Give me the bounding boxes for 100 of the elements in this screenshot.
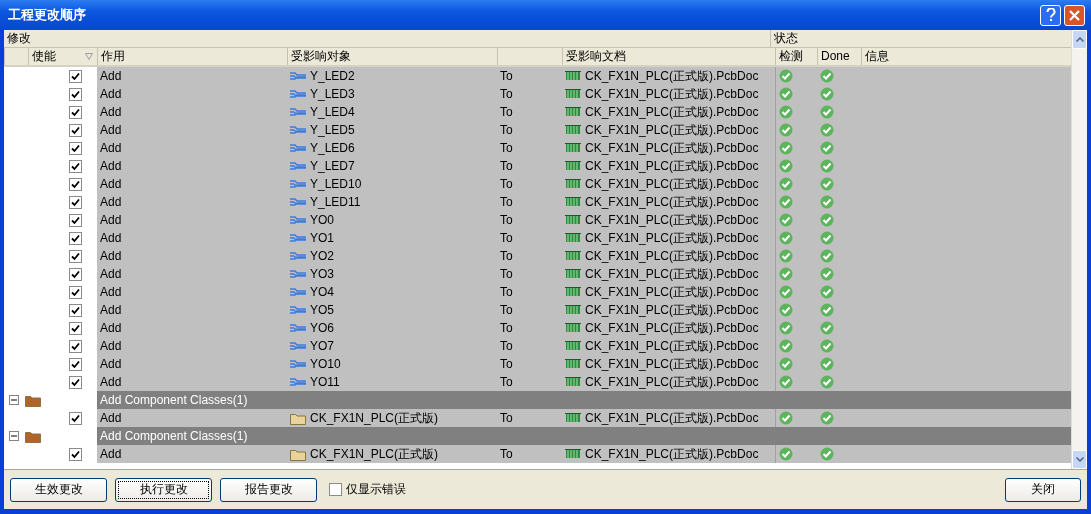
document-cell-text: CK_FX1N_PLC(正式版).PcbDoc [585, 248, 759, 265]
circuit-board-icon [565, 376, 581, 388]
circuit-board-icon [565, 88, 581, 100]
document-cell-text: CK_FX1N_PLC(正式版).PcbDoc [585, 86, 759, 103]
enable-checkbox[interactable] [69, 141, 82, 155]
circuit-board-icon [565, 286, 581, 298]
column-header[interactable]: 使能 [28, 48, 97, 65]
document-cell-text: CK_FX1N_PLC(正式版).PcbDoc [585, 140, 759, 157]
to-cell: To [497, 103, 562, 121]
group-row[interactable]: Add Component Classes(1) [97, 391, 1071, 409]
folder-icon [290, 447, 306, 461]
net-icon [290, 71, 306, 81]
enable-checkbox[interactable] [69, 87, 82, 101]
scroll-up-icon[interactable] [1072, 30, 1087, 49]
action-cell: Add [97, 157, 287, 175]
object-cell-text: YO1 [310, 230, 334, 247]
checkmark-icon [71, 449, 80, 459]
to-cell: To [497, 337, 562, 355]
collapse-toggle-icon[interactable] [9, 431, 19, 441]
net-icon [290, 215, 306, 225]
net-icon [290, 89, 306, 99]
enable-checkbox[interactable] [69, 213, 82, 227]
action-button[interactable]: 生效更改 [10, 477, 107, 502]
enable-checkbox[interactable] [69, 411, 82, 425]
document-cell-text: CK_FX1N_PLC(正式版).PcbDoc [585, 230, 759, 247]
close-dialog-button[interactable]: 关闭 [1005, 477, 1081, 502]
document-cell-text: CK_FX1N_PLC(正式版).PcbDoc [585, 194, 759, 211]
column-header[interactable]: 受影响文档 [562, 48, 775, 65]
circuit-board-icon [565, 448, 581, 460]
enable-checkbox[interactable] [69, 105, 82, 119]
object-cell-text: YO6 [310, 320, 334, 337]
enable-checkbox[interactable] [69, 231, 82, 245]
to-cell: To [497, 247, 562, 265]
action-cell: Add [97, 301, 287, 319]
action-cell: Add [97, 319, 287, 337]
collapse-toggle-icon[interactable] [9, 395, 19, 405]
enable-checkbox[interactable] [69, 267, 82, 281]
enable-checkbox[interactable] [69, 447, 82, 461]
enable-checkbox[interactable] [69, 249, 82, 263]
object-cell-text: CK_FX1N_PLC(正式版) [310, 410, 439, 427]
help-button[interactable] [1040, 4, 1061, 26]
document-cell-text: CK_FX1N_PLC(正式版).PcbDoc [585, 356, 759, 373]
to-cell: To [497, 265, 562, 283]
object-cell-text: YO11 [310, 374, 340, 391]
scrollbar[interactable] [1071, 30, 1087, 469]
enable-checkbox[interactable] [69, 339, 82, 353]
circuit-board-icon [565, 304, 581, 316]
object-cell-text: Y_LED5 [310, 122, 355, 139]
document-cell-text: CK_FX1N_PLC(正式版).PcbDoc [585, 302, 759, 319]
enable-checkbox[interactable] [69, 321, 82, 335]
circuit-board-icon [565, 340, 581, 352]
document-cell-text: CK_FX1N_PLC(正式版).PcbDoc [585, 158, 759, 175]
to-cell: To [497, 139, 562, 157]
object-cell-text: Y_LED6 [310, 140, 355, 157]
circuit-board-icon [565, 412, 581, 424]
action-cell: Add [97, 85, 287, 103]
enable-checkbox[interactable] [69, 303, 82, 317]
document-cell-text: CK_FX1N_PLC(正式版).PcbDoc [585, 284, 759, 301]
to-cell: To [497, 301, 562, 319]
action-cell: Add [97, 139, 287, 157]
document-cell-text: CK_FX1N_PLC(正式版).PcbDoc [585, 68, 759, 85]
enable-checkbox[interactable] [69, 357, 82, 371]
to-cell: To [497, 121, 562, 139]
to-cell: To [497, 445, 562, 463]
enable-checkbox[interactable] [69, 375, 82, 389]
net-icon [290, 341, 306, 351]
column-header[interactable]: 检测 [775, 48, 817, 65]
enable-checkbox[interactable] [69, 69, 82, 83]
object-cell-text: Y_LED11 [310, 194, 361, 211]
action-button[interactable]: 报告更改 [220, 477, 317, 502]
enable-checkbox[interactable] [69, 177, 82, 191]
action-cell: Add [97, 373, 287, 391]
scroll-down-icon[interactable] [1072, 450, 1087, 469]
object-cell-text: YO7 [310, 338, 334, 355]
action-cell: Add [97, 283, 287, 301]
enable-checkbox[interactable] [69, 195, 82, 209]
circuit-board-icon [565, 70, 581, 82]
to-cell: To [497, 319, 562, 337]
object-cell-text: Y_LED3 [310, 86, 355, 103]
net-icon [290, 251, 306, 261]
to-cell: To [497, 409, 562, 427]
enable-checkbox[interactable] [69, 159, 82, 173]
close-button[interactable] [1064, 4, 1085, 26]
column-header[interactable]: 作用 [97, 48, 287, 65]
object-cell-text: YO3 [310, 266, 334, 283]
to-cell: To [497, 67, 562, 85]
net-icon [290, 305, 306, 315]
column-header[interactable]: 受影响对象 [287, 48, 497, 65]
help-icon [1044, 8, 1057, 22]
enable-checkbox[interactable] [69, 123, 82, 137]
net-icon [290, 287, 306, 297]
object-cell-text: YO10 [310, 356, 341, 373]
action-button[interactable]: 执行更改 [115, 477, 212, 502]
document-cell-text: CK_FX1N_PLC(正式版).PcbDoc [585, 122, 759, 139]
action-cell: Add [97, 211, 287, 229]
document-cell-text: CK_FX1N_PLC(正式版).PcbDoc [585, 266, 759, 283]
column-header[interactable]: Done [817, 48, 861, 65]
group-row[interactable]: Add Component Classes(1) [97, 427, 1071, 445]
errors-only-checkbox[interactable] [329, 483, 342, 496]
enable-checkbox[interactable] [69, 285, 82, 299]
